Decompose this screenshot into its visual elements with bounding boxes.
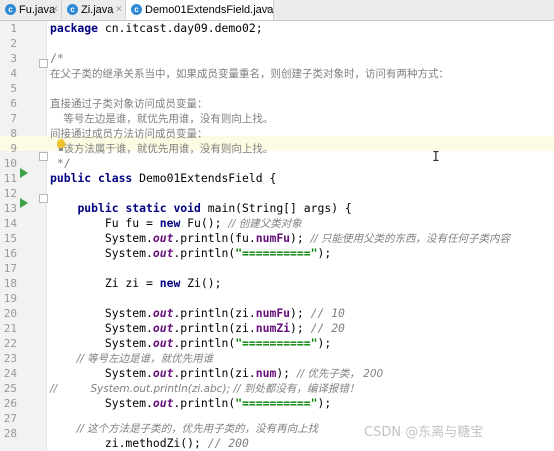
line-number: 14 — [3, 217, 17, 230]
line-number: 9 — [10, 142, 17, 155]
tab-fu-java[interactable]: c Fu.java × — [0, 0, 62, 20]
line-number: 21 — [3, 322, 17, 335]
line-number: 28 — [3, 427, 17, 440]
line-number: 10 — [3, 157, 17, 170]
close-icon[interactable]: × — [116, 0, 122, 20]
code-line[interactable]: // System.out.println(zi.abc); // 到处都没有，… — [50, 381, 554, 396]
line-number: 2 — [10, 37, 17, 50]
run-main-icon[interactable] — [20, 198, 28, 208]
code-line[interactable]: /* — [50, 51, 554, 66]
code-line[interactable]: System.out.println("=========="); — [50, 396, 554, 411]
code-line[interactable]: package cn.itcast.day09.demo02; — [50, 21, 554, 36]
line-number: 19 — [3, 292, 17, 305]
line-number: 18 — [3, 277, 17, 290]
code-line[interactable]: System.out.println(zi.numZi); // 20 — [50, 321, 554, 336]
watermark: CSDN @东离与糖宝 — [364, 425, 484, 440]
code-line[interactable]: System.out.println(zi.num); // 优先子类， 200 — [50, 366, 554, 381]
line-number: 8 — [10, 127, 17, 140]
code-line[interactable]: Zi zi = new Zi(); — [50, 276, 554, 291]
code-line[interactable]: 间接通过成员方法访问成员变量： — [50, 126, 554, 141]
code-line[interactable]: Fu fu = new Fu(); // 创建父类对象 — [50, 216, 554, 231]
editor-tab-bar: c Fu.java × c Zi.java × c Demo01ExtendsF… — [0, 0, 554, 21]
line-number: 5 — [10, 82, 17, 95]
line-number: 12 — [3, 187, 17, 200]
line-number: 15 — [3, 232, 17, 245]
tab-label: Fu.java — [19, 4, 56, 16]
code-line[interactable]: System.out.println("=========="); — [50, 336, 554, 351]
code-line[interactable]: */ — [50, 156, 554, 171]
code-line[interactable]: 等号左边是谁，就优先用谁，没有则向上找。 — [50, 111, 554, 126]
code-line[interactable]: public class Demo01ExtendsField { — [50, 171, 554, 186]
tab-zi-java[interactable]: c Zi.java × — [62, 0, 126, 20]
line-number: 16 — [3, 247, 17, 260]
line-number: 24 — [3, 367, 17, 380]
code-line[interactable]: // 等号左边是谁，就优先用谁 — [50, 351, 554, 366]
line-number: 7 — [10, 112, 17, 125]
line-number: 1 — [10, 22, 17, 35]
line-number: 4 — [10, 67, 17, 80]
line-number: 20 — [3, 307, 17, 320]
close-icon[interactable]: × — [52, 0, 58, 20]
class-icon: c — [131, 4, 142, 15]
line-number: 27 — [3, 412, 17, 425]
line-number: 6 — [10, 97, 17, 110]
tab-label: Demo01ExtendsField.java — [145, 4, 274, 16]
run-class-icon[interactable] — [20, 168, 28, 178]
code-line[interactable]: System.out.println(fu.numFu); // 只能使用父类的… — [50, 231, 554, 246]
fold-icon[interactable] — [39, 194, 48, 203]
class-icon: c — [67, 4, 78, 15]
line-number: 13 — [3, 202, 17, 215]
code-line[interactable]: 在父子类的继承关系当中，如果成员变量重名，则创建子类对象时，访问有两种方式： — [50, 66, 554, 81]
code-line[interactable]: 该方法属于谁，就优先用谁，没有则向上找。 — [50, 141, 554, 156]
fold-icon[interactable] — [39, 152, 48, 161]
tab-demo01extendsfield-java[interactable]: c Demo01ExtendsField.java × — [126, 0, 274, 20]
class-icon: c — [5, 4, 16, 15]
line-number: 11 — [3, 172, 17, 185]
line-number: 26 — [3, 397, 17, 410]
code-line[interactable]: 直接通过子类对象访问成员变量： — [50, 96, 554, 111]
close-icon[interactable]: × — [264, 0, 270, 20]
line-number: 22 — [3, 337, 17, 350]
line-number: 23 — [3, 352, 17, 365]
line-number: 3 — [10, 52, 17, 65]
code-line[interactable]: System.out.println(zi.numFu); // 10 — [50, 306, 554, 321]
code-line[interactable]: public static void main(String[] args) { — [50, 201, 554, 216]
code-line[interactable]: System.out.println("=========="); — [50, 246, 554, 261]
line-number: 17 — [3, 262, 17, 275]
line-number: 25 — [3, 382, 17, 395]
fold-icon[interactable] — [39, 59, 48, 68]
tab-label: Zi.java — [81, 4, 114, 16]
